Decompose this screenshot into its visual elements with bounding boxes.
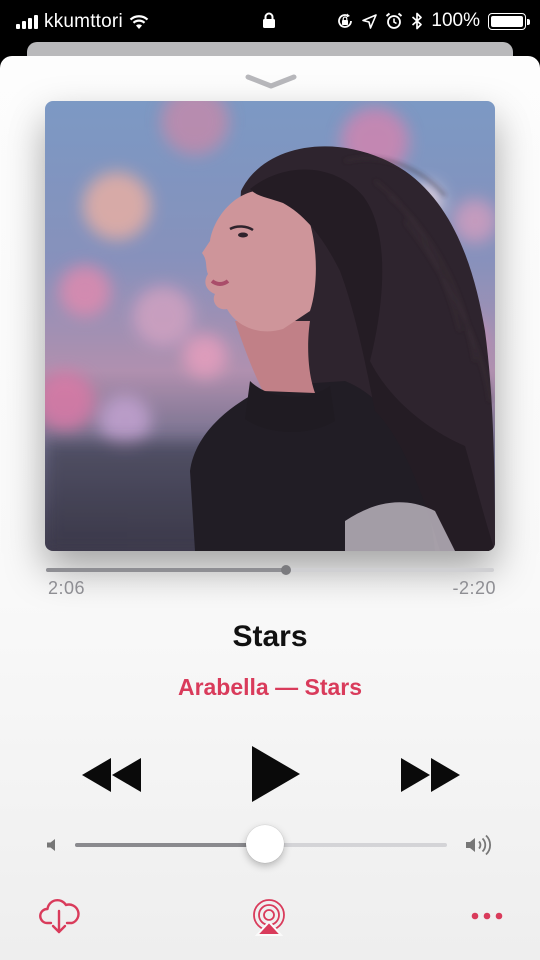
bluetooth-icon xyxy=(412,12,423,30)
artist-album-link[interactable]: Arabella — Stars xyxy=(0,674,540,701)
alarm-icon xyxy=(386,12,403,29)
progress-fill xyxy=(46,568,287,572)
fast-forward-icon[interactable] xyxy=(398,756,462,794)
lock-icon xyxy=(262,12,276,34)
volume-fill xyxy=(75,843,265,847)
album-artwork xyxy=(45,101,495,551)
elapsed-time: 2:06 xyxy=(48,578,86,598)
chevron-down-icon[interactable] xyxy=(244,72,298,92)
song-title: Stars xyxy=(232,620,308,653)
battery-icon xyxy=(488,12,530,30)
volume-low-icon xyxy=(47,839,55,851)
battery-percent: 100% xyxy=(431,10,480,31)
rewind-icon[interactable] xyxy=(80,756,144,794)
status-left: kkumttori xyxy=(16,11,149,33)
status-bar: kkumttori 100% xyxy=(0,0,540,44)
signal-icon xyxy=(16,15,38,29)
orientation-lock-icon xyxy=(338,13,353,28)
carrier-name: kkumttori xyxy=(44,11,123,32)
wifi-icon xyxy=(129,15,149,29)
volume-slider[interactable] xyxy=(75,825,447,863)
more-icon[interactable] xyxy=(470,906,504,926)
location-icon xyxy=(362,13,378,29)
remaining-time: -2:20 xyxy=(452,578,496,598)
airplay-icon[interactable] xyxy=(250,897,288,937)
volume-high-icon xyxy=(466,834,492,856)
volume-knob[interactable] xyxy=(245,825,284,863)
cloud-download-icon[interactable] xyxy=(38,896,80,936)
progress-slider[interactable] xyxy=(46,565,494,575)
play-icon[interactable] xyxy=(248,744,304,804)
status-right: 100% xyxy=(336,10,530,32)
